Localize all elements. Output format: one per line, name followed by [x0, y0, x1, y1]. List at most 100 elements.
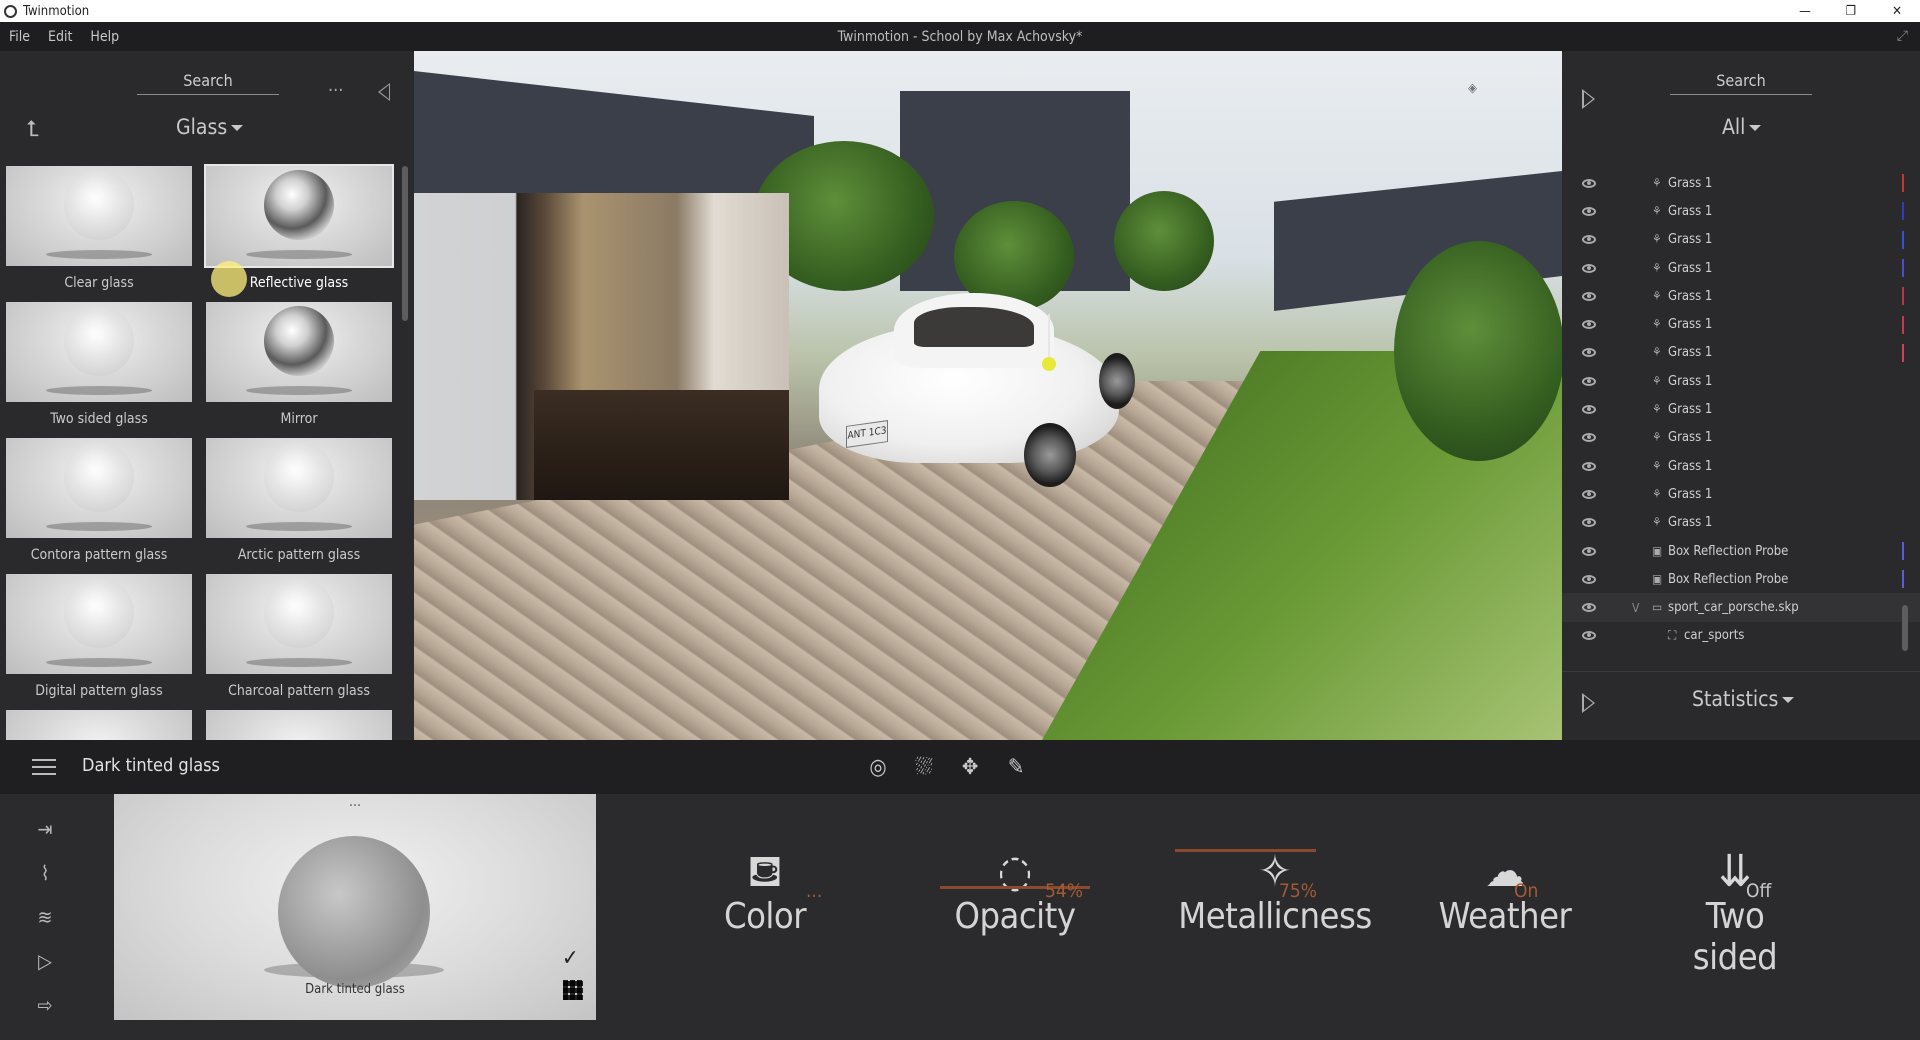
- close-button[interactable]: ✕: [1874, 0, 1920, 22]
- pick-tool-icon[interactable]: ✎: [1000, 751, 1032, 783]
- visibility-eye-icon[interactable]: [1582, 348, 1596, 358]
- minimize-button[interactable]: —: [1782, 0, 1828, 22]
- scene-search-tab[interactable]: Search: [1670, 71, 1812, 95]
- material-tile[interactable]: Digital pattern glass: [6, 574, 192, 699]
- scene-item[interactable]: ⚘ Grass 1: [1562, 282, 1920, 310]
- material-tile[interactable]: Clear glass: [6, 166, 192, 291]
- library-category-dropdown[interactable]: Glass: [176, 115, 244, 139]
- export-icon[interactable]: ⇨: [28, 992, 62, 1018]
- material-tile[interactable]: Two sided glass: [6, 302, 192, 427]
- visibility-eye-icon[interactable]: [1582, 433, 1596, 443]
- restore-button[interactable]: ❐: [1828, 0, 1874, 22]
- import-icon[interactable]: ⇥: [28, 816, 62, 842]
- scene-item[interactable]: V ▭ sport_car_porsche.skp: [1562, 593, 1920, 622]
- visibility-eye-icon[interactable]: [1582, 235, 1596, 245]
- material-tile[interactable]: Contora pattern glass: [6, 438, 192, 563]
- scene-item[interactable]: ▣ Box Reflection Probe: [1562, 565, 1920, 593]
- transform-gizmo-handle[interactable]: [1042, 357, 1056, 371]
- scene-item[interactable]: ⚘ Grass 1: [1562, 395, 1920, 423]
- scene-item[interactable]: ⚘ Grass 1: [1562, 254, 1920, 282]
- transform-gizmo-axis[interactable]: [1048, 314, 1050, 360]
- thumbnail-sphere: [264, 170, 334, 240]
- scene-filter-dropdown[interactable]: All: [1722, 115, 1762, 139]
- select-tool-icon[interactable]: ◎: [862, 751, 894, 783]
- scene-item[interactable]: ⛶ car_sports: [1562, 622, 1920, 650]
- scene-item[interactable]: ⚘ Grass 1: [1562, 367, 1920, 395]
- material-tile[interactable]: Mirror: [206, 302, 392, 427]
- visibility-eye-icon[interactable]: [1582, 405, 1596, 415]
- material-tile-partial[interactable]: [6, 710, 192, 740]
- visibility-eye-icon[interactable]: [1582, 603, 1596, 613]
- paint-tool-icon[interactable]: ⛆: [908, 751, 940, 783]
- expand-statistics-icon[interactable]: [1582, 693, 1595, 713]
- scene-filter-label: All: [1722, 115, 1746, 139]
- material-thumbnail: [206, 438, 392, 538]
- check-icon[interactable]: ✓: [562, 946, 579, 971]
- visibility-eye-icon[interactable]: [1582, 574, 1596, 584]
- menu-file[interactable]: File: [0, 29, 39, 45]
- foliage-icon: ⚘: [1652, 373, 1662, 388]
- visibility-eye-icon[interactable]: [1582, 631, 1596, 641]
- scene-item-label: Grass 1: [1668, 288, 1713, 304]
- scene-scrollbar[interactable]: [1902, 605, 1908, 651]
- scene-tree: ⚘ Grass 1 ⚘ Grass 1 ⚘ Grass 1 ⚘ Grass 1 ⚘ Grass 1…: [1562, 169, 1920, 650]
- material-tile[interactable]: Arctic pattern glass: [206, 438, 392, 563]
- scene-item-label: Grass 1: [1668, 486, 1713, 502]
- mouse-cursor-highlight: [211, 261, 247, 297]
- scene-item[interactable]: ⚘ Grass 1: [1562, 509, 1920, 537]
- hamburger-menu-icon[interactable]: [32, 759, 56, 775]
- two-sided-parameter[interactable]: ⇊ Two sided Off: [1660, 844, 1810, 978]
- visibility-eye-icon[interactable]: [1582, 546, 1596, 556]
- scene-item[interactable]: ⚘ Grass 1: [1562, 452, 1920, 480]
- visibility-eye-icon[interactable]: [1582, 376, 1596, 386]
- sports-car-model[interactable]: ANT 1C3: [819, 293, 1135, 493]
- scene-item[interactable]: ⚘ Grass 1: [1562, 197, 1920, 225]
- scene-item[interactable]: ⚘ Grass 1: [1562, 339, 1920, 367]
- preview-sphere: [278, 836, 430, 988]
- library-scrollbar[interactable]: [402, 166, 408, 321]
- visibility-eye-icon[interactable]: [1582, 263, 1596, 273]
- foliage-icon: ⚘: [1652, 288, 1662, 303]
- collapse-library-icon[interactable]: [378, 83, 390, 101]
- scene-item[interactable]: ▣ Box Reflection Probe: [1562, 537, 1920, 565]
- visibility-eye-icon[interactable]: [1582, 518, 1596, 528]
- scene-item[interactable]: ⚘ Grass 1: [1562, 310, 1920, 338]
- graph-icon[interactable]: ⌇: [28, 860, 62, 886]
- library-more-button[interactable]: ...: [328, 75, 343, 96]
- expand-toggle-icon[interactable]: V: [1632, 601, 1639, 615]
- scene-item[interactable]: ⚘ Grass 1: [1562, 424, 1920, 452]
- visibility-eye-icon[interactable]: [1582, 320, 1596, 330]
- metallicness-parameter[interactable]: ✧ Metallicness 75%: [1175, 844, 1375, 937]
- material-tile[interactable]: Charcoal pattern glass: [206, 574, 392, 699]
- scene-item[interactable]: ⚘ Grass 1: [1562, 226, 1920, 254]
- menu-help[interactable]: Help: [81, 29, 128, 45]
- visibility-eye-icon[interactable]: [1582, 489, 1596, 499]
- fullscreen-icon[interactable]: ⤢: [1897, 28, 1908, 44]
- expand-scene-icon[interactable]: [1582, 89, 1595, 109]
- back-arrow-icon[interactable]: ⮤: [26, 117, 39, 142]
- 3d-viewport[interactable]: ANT 1C3 ◈: [414, 51, 1562, 740]
- color-parameter[interactable]: ⛾ Color ...: [700, 844, 830, 937]
- thumbnail-shadow: [246, 386, 352, 395]
- media-icon[interactable]: ▷: [28, 948, 62, 974]
- metallicness-label: Metallicness: [1178, 896, 1372, 937]
- preview-more-button[interactable]: ...: [349, 794, 361, 810]
- statistics-dropdown[interactable]: Statistics: [1692, 687, 1795, 711]
- scene-item[interactable]: ⚘ Grass 1: [1562, 169, 1920, 197]
- scene-item[interactable]: ⚘ Grass 1: [1562, 480, 1920, 508]
- visibility-eye-icon[interactable]: [1582, 461, 1596, 471]
- opacity-parameter[interactable]: ◌ Opacity 54%: [935, 844, 1095, 937]
- visibility-eye-icon[interactable]: [1582, 178, 1596, 188]
- move-tool-icon[interactable]: ✥: [954, 751, 986, 783]
- visibility-eye-icon[interactable]: [1582, 206, 1596, 216]
- material-thumbnail: [204, 164, 394, 268]
- library-search-tab[interactable]: Search: [137, 71, 279, 95]
- visibility-eye-icon[interactable]: [1582, 291, 1596, 301]
- scene-item-label: Grass 1: [1668, 232, 1713, 248]
- weather-parameter[interactable]: ☁ Weather On: [1430, 844, 1580, 937]
- menu-edit[interactable]: Edit: [39, 29, 81, 45]
- material-tile-partial[interactable]: [206, 710, 392, 740]
- landscape-icon[interactable]: ≋: [28, 904, 62, 930]
- grid-view-icon[interactable]: [563, 980, 583, 1000]
- menu-bar: File Edit Help Twinmotion - School by Ma…: [0, 22, 1920, 51]
